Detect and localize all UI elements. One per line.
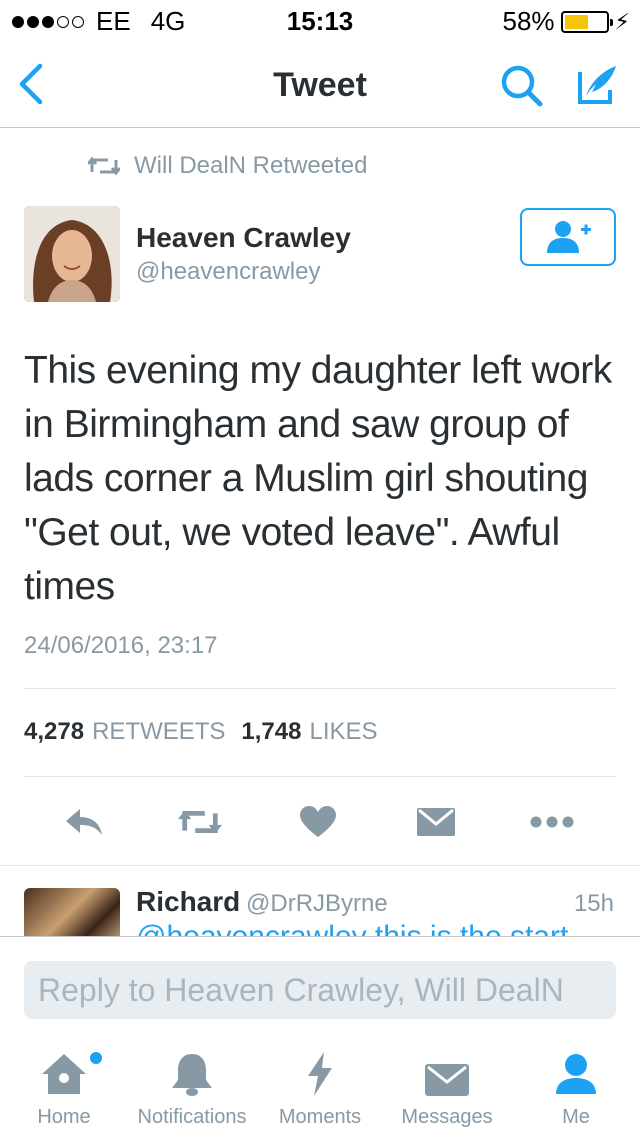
tab-label: Messages [401, 1106, 493, 1128]
author-handle[interactable]: @heavencrawley [136, 258, 320, 286]
compose-tweet-button[interactable] [572, 60, 620, 108]
tab-messages[interactable]: Messages [392, 1036, 502, 1136]
envelope-icon [417, 808, 455, 836]
tweet-actions [0, 800, 640, 844]
compose-feather-icon [578, 66, 616, 104]
bell-icon [172, 1054, 212, 1096]
divider [24, 776, 616, 777]
follow-button[interactable] [520, 208, 616, 266]
author-name[interactable]: Heaven Crawley [136, 222, 351, 254]
status-right: 58% ⚡ [503, 6, 631, 37]
tab-me[interactable]: Me [546, 1036, 606, 1136]
tab-bar: Home Notifications Moments Messages Me [0, 1036, 640, 1136]
tab-home[interactable]: Home [30, 1036, 102, 1136]
reply-button[interactable] [62, 800, 106, 844]
reply-composer [0, 936, 640, 1036]
tab-label: Me [562, 1106, 590, 1128]
reply-text: @heavencrawley this is the start [136, 924, 586, 936]
avatar-photo [24, 206, 120, 302]
retweets-label[interactable]: RETWEETS [92, 718, 225, 746]
add-user-icon [547, 221, 591, 253]
tab-label: Home [37, 1106, 91, 1128]
battery-level [564, 14, 588, 29]
reply-input[interactable] [24, 961, 616, 1019]
reply-avatar[interactable] [24, 888, 120, 936]
like-button[interactable] [296, 800, 340, 844]
charging-icon: ⚡ [614, 8, 630, 34]
search-icon [501, 65, 543, 107]
reply-author-handle[interactable]: @DrRJByrne [246, 890, 388, 918]
tab-notifications[interactable]: Notifications [128, 1036, 256, 1136]
retweet-icon [88, 156, 120, 176]
reply-tweet[interactable]: Richard @DrRJByrne 15h @heavencrawley th… [0, 866, 640, 936]
likes-label[interactable]: LIKES [309, 718, 377, 746]
status-bar: EE 4G 15:13 58% ⚡ [0, 0, 640, 40]
envelope-icon [425, 1064, 469, 1096]
tweet-text: This evening my daughter left work in Bi… [24, 349, 612, 608]
tab-label: Notifications [137, 1106, 247, 1128]
search-button[interactable] [498, 62, 546, 110]
author-avatar[interactable] [24, 206, 120, 302]
home-icon [42, 1054, 86, 1094]
divider [24, 688, 616, 689]
nav-bar: Tweet [0, 40, 640, 128]
more-button[interactable] [530, 800, 574, 844]
reply-time: 15h [573, 890, 614, 917]
battery-percent: 58% [502, 6, 555, 36]
tab-moments[interactable]: Moments [270, 1036, 370, 1136]
direct-message-button[interactable] [414, 800, 458, 844]
retweet-context-text: Will DealN Retweeted [134, 152, 368, 179]
tweet-stats: 4,278 RETWEETS 1,748 LIKES [24, 718, 394, 746]
more-dots-icon [530, 816, 574, 828]
battery-icon [560, 10, 613, 33]
retweets-count[interactable]: 4,278 [24, 718, 84, 746]
retweet-icon [178, 810, 222, 834]
notification-dot [90, 1052, 102, 1064]
tweet-timestamp: 24/06/2016, 23:17 [24, 632, 218, 659]
reply-text-peek: @heavencrawley this is the start [136, 924, 586, 936]
heart-icon [300, 806, 336, 837]
likes-count[interactable]: 1,748 [241, 718, 301, 746]
retweet-button[interactable] [178, 800, 222, 844]
reply-author-name[interactable]: Richard [136, 886, 240, 918]
lightning-icon [308, 1052, 332, 1096]
person-icon [556, 1054, 596, 1094]
tab-label: Moments [278, 1106, 362, 1128]
retweet-context[interactable]: Will DealN Retweeted [88, 152, 367, 180]
reply-icon [66, 809, 102, 835]
